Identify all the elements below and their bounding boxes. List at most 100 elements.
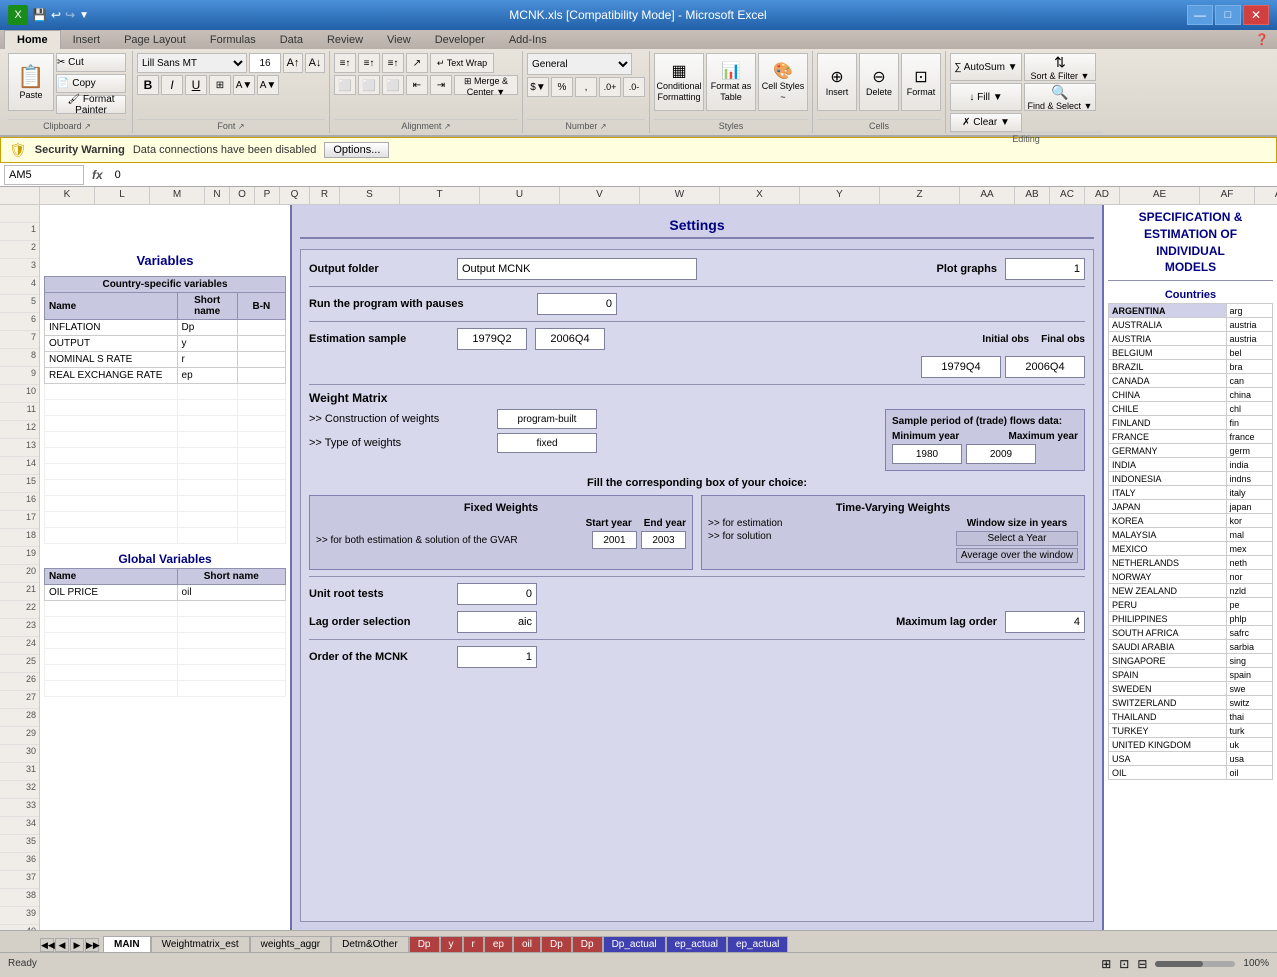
tab-dp-actual[interactable]: Dp_actual [603, 936, 666, 952]
align-center-button[interactable]: ⬜ [358, 75, 380, 95]
col-s[interactable]: S [340, 187, 400, 204]
tab-detm[interactable]: Detm&Other [331, 936, 409, 952]
row-header[interactable]: 11 [0, 403, 39, 421]
tab-main[interactable]: MAIN [103, 936, 151, 952]
col-ac[interactable]: AC [1050, 187, 1085, 204]
plot-graphs-input[interactable] [1005, 258, 1085, 280]
col-ad[interactable]: AD [1085, 187, 1120, 204]
mcnk-order-input[interactable] [457, 646, 537, 668]
min-year-input[interactable] [892, 444, 962, 464]
border-button[interactable]: ⊞ [209, 75, 231, 95]
align-left-button[interactable]: ⬜ [334, 75, 356, 95]
row-header[interactable]: 34 [0, 817, 39, 835]
row-header[interactable]: 40 [0, 925, 39, 930]
decrease-indent-button[interactable]: ⇤ [406, 75, 428, 95]
col-t[interactable]: T [400, 187, 480, 204]
cell-reference-input[interactable] [4, 165, 84, 185]
bold-button[interactable]: B [137, 75, 159, 95]
type-input[interactable] [497, 433, 597, 453]
format-painter-button[interactable]: 🖌 Format Painter [56, 95, 126, 114]
quick-access-undo[interactable]: ↩ [51, 8, 61, 22]
col-aa[interactable]: AA [960, 187, 1015, 204]
row-header[interactable]: 28 [0, 709, 39, 727]
col-af[interactable]: AF [1200, 187, 1255, 204]
col-p[interactable]: P [255, 187, 280, 204]
tab-ep[interactable]: ep [484, 936, 513, 952]
font-increase-button[interactable]: A↑ [283, 53, 303, 73]
col-o[interactable]: O [230, 187, 255, 204]
row-header[interactable]: 30 [0, 745, 39, 763]
row-header[interactable]: 37 [0, 871, 39, 889]
row-header[interactable]: 6 [0, 313, 39, 331]
insert-cells-button[interactable]: ⊕ Insert [817, 53, 857, 111]
options-button[interactable]: Options... [324, 142, 389, 158]
quick-access-save[interactable]: 💾 [32, 8, 47, 22]
row-header[interactable]: 12 [0, 421, 39, 439]
col-k[interactable]: K [40, 187, 95, 204]
maximize-btn[interactable]: □ [1215, 5, 1241, 25]
col-m[interactable]: M [150, 187, 205, 204]
initial-obs-input[interactable] [921, 356, 1001, 378]
paste-button[interactable]: 📋 Paste [8, 53, 54, 111]
construction-input[interactable] [497, 409, 597, 429]
merge-center-button[interactable]: ⊞ Merge & Center ▼ [454, 75, 518, 95]
col-ab[interactable]: AB [1015, 187, 1050, 204]
row-header[interactable]: 38 [0, 889, 39, 907]
col-ae[interactable]: AE [1120, 187, 1200, 204]
increase-indent-button[interactable]: ⇥ [430, 75, 452, 95]
fill-color-button[interactable]: A▼ [233, 75, 255, 95]
col-v[interactable]: V [560, 187, 640, 204]
tab-dp[interactable]: Dp [409, 936, 440, 952]
row-header[interactable]: 5 [0, 295, 39, 313]
row-header[interactable]: 15 [0, 475, 39, 493]
underline-button[interactable]: U [185, 75, 207, 95]
tab-addins[interactable]: Add-Ins [497, 31, 559, 49]
row-header[interactable]: 29 [0, 727, 39, 745]
tab-y[interactable]: y [440, 936, 463, 952]
end-year-input[interactable] [641, 531, 686, 549]
currency-button[interactable]: $▼ [527, 77, 549, 97]
cut-button[interactable]: ✂ Cut [56, 53, 126, 72]
row-header[interactable]: 10 [0, 385, 39, 403]
copy-button[interactable]: 📄 Copy [56, 74, 126, 93]
number-format-select[interactable]: General [527, 53, 632, 75]
view-normal-icon[interactable]: ⊞ [1101, 957, 1111, 971]
col-r[interactable]: R [310, 187, 340, 204]
tab-page-layout[interactable]: Page Layout [112, 31, 198, 49]
tab-weightmatrix[interactable]: Weightmatrix_est [151, 936, 250, 952]
font-name-select[interactable]: Lill Sans MT [137, 53, 247, 73]
row-header[interactable]: 4 [0, 277, 39, 295]
clear-button[interactable]: ✗ Clear ▼ [950, 113, 1022, 132]
row-header[interactable]: 7 [0, 331, 39, 349]
percent-button[interactable]: % [551, 77, 573, 97]
col-x[interactable]: X [720, 187, 800, 204]
help-icon[interactable]: ❓ [1247, 30, 1277, 49]
comma-button[interactable]: , [575, 77, 597, 97]
tab-ep-actual[interactable]: ep_actual [666, 936, 727, 952]
cell-styles-button[interactable]: 🎨 Cell Styles ~ [758, 53, 808, 111]
row-header[interactable]: 9 [0, 367, 39, 385]
row-header[interactable]: 8 [0, 349, 39, 367]
unit-root-input[interactable] [457, 583, 537, 605]
row-header[interactable]: 22 [0, 601, 39, 619]
row-header[interactable]: 26 [0, 673, 39, 691]
row-header[interactable]: 25 [0, 655, 39, 673]
sort-filter-button[interactable]: ⇅ Sort & Filter ▼ [1024, 53, 1096, 81]
find-select-button[interactable]: 🔍 Find & Select ▼ [1024, 83, 1096, 111]
est-start-input[interactable] [457, 328, 527, 350]
row-header[interactable]: 24 [0, 637, 39, 655]
tab-view[interactable]: View [375, 31, 423, 49]
row-header[interactable]: 32 [0, 781, 39, 799]
quick-access-more[interactable]: ▼ [79, 10, 89, 21]
format-cells-button[interactable]: ⊡ Format [901, 53, 941, 111]
tab-last-btn[interactable]: ▶▶ [85, 938, 99, 952]
col-l[interactable]: L [95, 187, 150, 204]
row-header[interactable]: 35 [0, 835, 39, 853]
col-u[interactable]: U [480, 187, 560, 204]
tab-weights-aggr[interactable]: weights_aggr [250, 936, 331, 952]
align-top-left-button[interactable]: ≡↑ [334, 53, 356, 73]
align-right-button[interactable]: ⬜ [382, 75, 404, 95]
tab-review[interactable]: Review [315, 31, 375, 49]
tab-prev-btn[interactable]: ◀ [55, 938, 69, 952]
col-q[interactable]: Q [280, 187, 310, 204]
